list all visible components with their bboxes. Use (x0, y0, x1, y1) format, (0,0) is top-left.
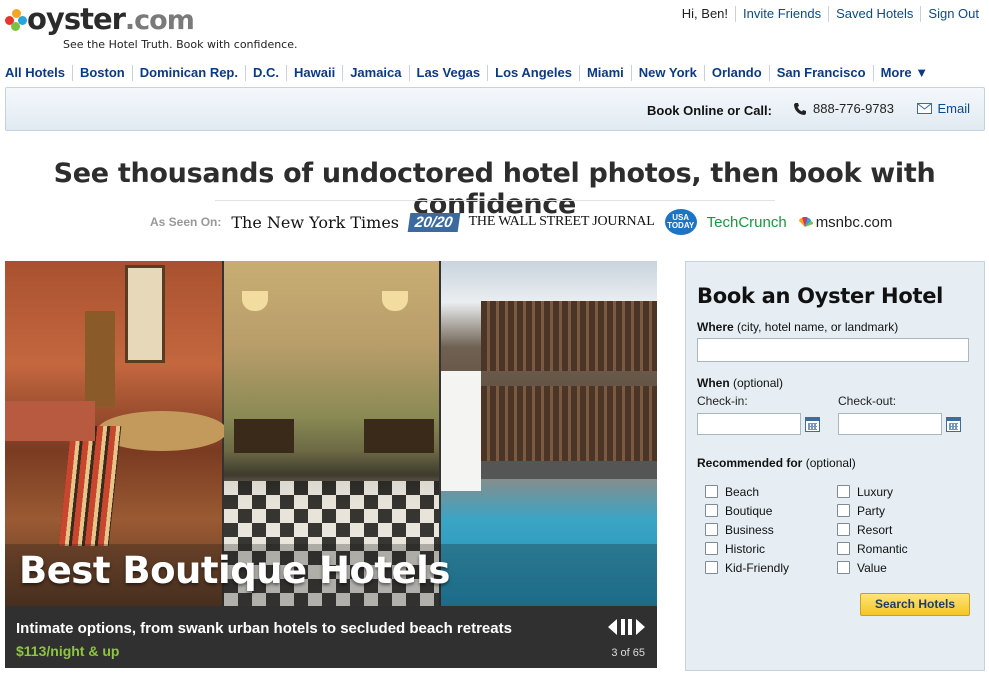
checkbox[interactable] (705, 523, 718, 536)
checkout-label: Check-out: (838, 394, 897, 408)
checkbox[interactable] (837, 561, 850, 574)
invite-friends-link[interactable]: Invite Friends (735, 6, 828, 22)
nav-item-las-vegas[interactable]: Las Vegas (408, 65, 488, 81)
nav-item-new-york[interactable]: New York (630, 65, 704, 81)
greeting: Hi, Ben! (681, 6, 729, 21)
checkbox[interactable] (837, 523, 850, 536)
nav-item-more[interactable]: More ▼ (872, 65, 936, 81)
slide-title[interactable]: Best Boutique Hotels (19, 549, 450, 592)
option-resort[interactable]: Resort (837, 520, 908, 539)
divider (215, 200, 775, 201)
checkbox[interactable] (705, 561, 718, 574)
book-online-bar: Book Online or Call: 888-776-9783 Email (5, 87, 985, 131)
recommended-label: Recommended for (optional) (697, 456, 856, 470)
wsj-logo: THE WALL STREET JOURNAL (468, 214, 655, 229)
option-boutique[interactable]: Boutique (705, 501, 789, 520)
nav-item-all-hotels[interactable]: All Hotels (5, 65, 72, 81)
option-party[interactable]: Party (837, 501, 908, 520)
option-romantic[interactable]: Romantic (837, 539, 908, 558)
next-icon[interactable] (636, 619, 645, 635)
checkbox[interactable] (705, 485, 718, 498)
slideshow-controls (608, 619, 645, 635)
calendar-icon[interactable] (946, 417, 961, 432)
nyt-logo: The New York Times (231, 212, 400, 232)
msnbc-logo: msnbc.com (797, 214, 892, 231)
option-kid-friendly[interactable]: Kid-Friendly (705, 558, 789, 577)
nav-item-orlando[interactable]: Orlando (703, 65, 769, 81)
nav-item-dominican-rep[interactable]: Dominican Rep. (131, 65, 245, 81)
as-seen-on-bar: As Seen On: The New York Times 20/20 THE… (150, 208, 902, 236)
slide-counter: 3 of 65 (611, 647, 645, 659)
checkin-input[interactable] (697, 413, 801, 435)
phone-number: 888-776-9783 (793, 101, 894, 116)
checkbox[interactable] (837, 542, 850, 555)
oyster-logo[interactable]: oyster.com (5, 2, 195, 36)
nav-item-los-angeles[interactable]: Los Angeles (487, 65, 579, 81)
phone-number-text: 888-776-9783 (813, 101, 894, 116)
option-business[interactable]: Business (705, 520, 789, 539)
slide-caption: Intimate options, from swank urban hotel… (5, 606, 657, 668)
where-label: Where (city, hotel name, or landmark) (697, 320, 899, 334)
checkin-label: Check-in: (697, 394, 748, 408)
checkbox[interactable] (705, 504, 718, 517)
nav-item-miami[interactable]: Miami (578, 65, 631, 81)
city-nav: All Hotels Boston Dominican Rep. D.C. Ha… (5, 65, 935, 81)
account-links: Hi, Ben! Invite Friends Saved Hotels Sig… (675, 6, 979, 22)
email-label[interactable]: Email (937, 101, 970, 116)
when-label: When (optional) (697, 376, 784, 390)
options-column-left: Beach Boutique Business Historic Kid-Fri… (705, 482, 789, 577)
as-seen-on-label: As Seen On: (150, 215, 222, 229)
usa-today-logo: USA TODAY (664, 209, 697, 235)
option-historic[interactable]: Historic (705, 539, 789, 558)
peacock-icon (798, 217, 813, 227)
options-column-right: Luxury Party Resort Romantic Value (837, 482, 908, 577)
nav-item-boston[interactable]: Boston (71, 65, 132, 81)
featured-slideshow[interactable]: Best Boutique Hotels Intimate options, f… (5, 261, 657, 668)
checkbox[interactable] (837, 504, 850, 517)
logo-text: oyster.com (27, 2, 195, 36)
tagline: See the Hotel Truth. Book with confidenc… (63, 38, 298, 51)
techcrunch-logo: TechCrunch (706, 213, 787, 231)
email-link[interactable]: Email (917, 101, 970, 116)
checkbox[interactable] (705, 542, 718, 555)
search-hotels-button[interactable]: Search Hotels (860, 593, 970, 616)
option-beach[interactable]: Beach (705, 482, 789, 501)
slide-price: $113/night & up (16, 643, 120, 659)
checkout-input[interactable] (838, 413, 942, 435)
where-input[interactable] (697, 338, 969, 362)
2020-logo: 20/20 (407, 212, 460, 232)
nav-item-hawaii[interactable]: Hawaii (286, 65, 342, 81)
option-luxury[interactable]: Luxury (837, 482, 908, 501)
slide-description: Intimate options, from swank urban hotel… (16, 620, 512, 637)
pause-icon[interactable] (621, 619, 632, 635)
book-online-label: Book Online or Call: (647, 103, 772, 118)
phone-icon (794, 102, 807, 115)
checkbox[interactable] (837, 485, 850, 498)
envelope-icon (917, 103, 933, 114)
nav-item-san-francisco[interactable]: San Francisco (768, 65, 873, 81)
calendar-icon[interactable] (805, 417, 820, 432)
booking-form: Book an Oyster Hotel Where (city, hotel … (685, 261, 985, 671)
sign-out-link[interactable]: Sign Out (920, 6, 979, 22)
previous-icon[interactable] (608, 619, 617, 635)
saved-hotels-link[interactable]: Saved Hotels (828, 6, 920, 22)
nav-item-dc[interactable]: D.C. (245, 65, 286, 81)
nav-item-jamaica[interactable]: Jamaica (342, 65, 408, 81)
option-value[interactable]: Value (837, 558, 908, 577)
booking-title: Book an Oyster Hotel (697, 284, 944, 308)
pearl-logo-icon (5, 7, 27, 33)
